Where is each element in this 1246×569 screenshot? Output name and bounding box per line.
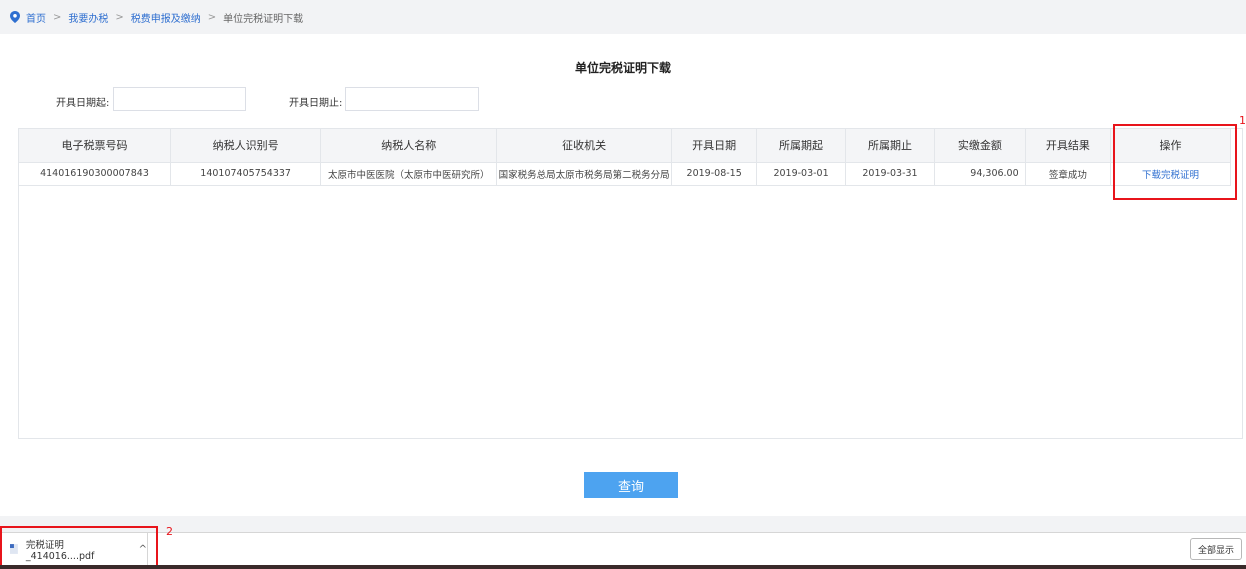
query-button[interactable]: 查询 [584, 472, 678, 498]
page-gap [0, 516, 1246, 532]
cell-result: 签章成功 [1025, 162, 1112, 186]
cell-taxpayer-name: 太原市中医医院（太原市中医研究所） [320, 162, 498, 186]
end-date-label: 开具日期止: [289, 98, 343, 109]
column-header-tax-office: 征收机关 [496, 129, 672, 163]
annotation-number-1: 1 [1239, 114, 1246, 127]
breadcrumb-separator: > [53, 11, 62, 23]
annotation-box-1 [1113, 124, 1237, 200]
cell-tax-office: 国家税务总局太原市税务局第二税务分局 [496, 162, 672, 186]
column-header-result: 开具结果 [1025, 129, 1112, 163]
breadcrumb-separator: > [207, 11, 217, 23]
column-header-taxpayer-id: 纳税人识别号 [170, 129, 322, 163]
cell-amount: 94,306.00 [934, 162, 1026, 186]
cell-period-start: 2019-03-01 [756, 162, 846, 186]
breadcrumb-level1[interactable]: 我要办税 [68, 10, 108, 25]
table-row: 414016190300007843 140107405754337 太原市中医… [19, 162, 1231, 186]
download-bar: 完税证明_414016....pdf ^ 全部显示 [0, 532, 1246, 569]
column-header-taxpayer-name: 纳税人名称 [320, 129, 498, 163]
cell-taxpayer-id: 140107405754337 [170, 162, 322, 186]
column-header-period-start: 所属期起 [756, 129, 846, 163]
column-header-period-end: 所属期止 [845, 129, 936, 163]
breadcrumb-current: 单位完税证明下载 [223, 13, 304, 25]
breadcrumb-separator: > [115, 11, 124, 23]
breadcrumb: 首页 > 我要办税 > 税费申报及缴纳 > 单位完税证明下载 [0, 0, 1246, 34]
annotation-number-2: 2 [166, 525, 173, 538]
breadcrumb-level2[interactable]: 税费申报及缴纳 [131, 10, 201, 25]
start-date-label: 开具日期起: [56, 98, 110, 109]
column-header-amount: 实缴金额 [934, 129, 1026, 163]
column-header-ticket-no: 电子税票号码 [19, 129, 171, 163]
start-date-input[interactable] [113, 87, 246, 111]
annotation-box-2 [0, 526, 158, 567]
taskbar-strip [0, 565, 1246, 569]
cell-ticket-no: 414016190300007843 [19, 162, 171, 186]
breadcrumb-home[interactable]: 首页 [26, 10, 46, 25]
column-header-issue-date: 开具日期 [671, 129, 758, 163]
show-all-button[interactable]: 全部显示 [1190, 538, 1242, 560]
location-pin-icon [10, 11, 20, 23]
table-header-row: 电子税票号码 纳税人识别号 纳税人名称 征收机关 开具日期 所属期起 所属期止 … [19, 129, 1231, 163]
results-table: 电子税票号码 纳税人识别号 纳税人名称 征收机关 开具日期 所属期起 所属期止 … [18, 128, 1243, 439]
end-date-input[interactable] [345, 87, 479, 111]
main-panel: 单位完税证明下载 开具日期起: 开具日期止: 电子税票号码 纳税人识别号 纳税人… [0, 34, 1246, 516]
page-title: 单位完税证明下载 [574, 61, 671, 75]
cell-issue-date: 2019-08-15 [671, 162, 758, 186]
cell-period-end: 2019-03-31 [845, 162, 936, 186]
